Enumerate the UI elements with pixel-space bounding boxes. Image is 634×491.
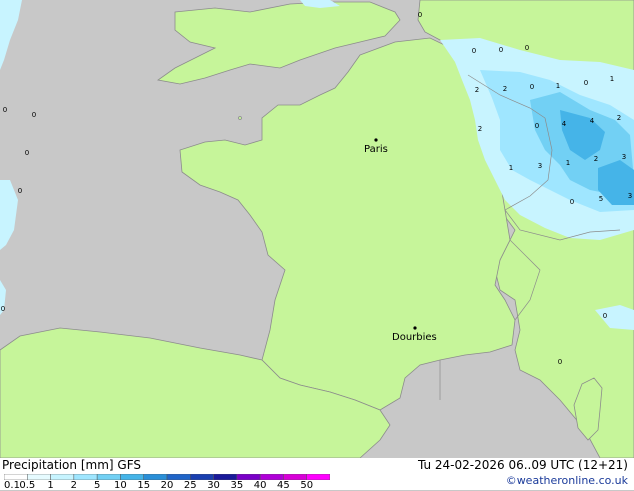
title-text: Precipitation [mm]: [2, 458, 114, 472]
value-label: 0: [530, 83, 534, 91]
legend-tick-label: 25: [183, 480, 197, 491]
value-label: 0: [18, 187, 22, 195]
value-label: 0: [535, 122, 539, 130]
value-label: 0: [418, 11, 422, 19]
value-label: 1: [556, 82, 560, 90]
value-label: 2: [594, 155, 598, 163]
map-view[interactable]: 0 0 0 0 0 0 0 0 2 0 1 0 1 0 4 4 2 0 1 3 …: [0, 0, 634, 491]
legend-tick-label: 0.1: [4, 480, 20, 491]
legend-tick-label: 10: [114, 480, 127, 491]
value-label: 0: [584, 79, 588, 87]
value-label: 3: [628, 192, 632, 200]
legend-tick-label: 1: [47, 480, 54, 491]
legend-tick-label: 30: [207, 480, 220, 491]
legend-tick-label: 45: [277, 480, 290, 491]
precipitation-map[interactable]: 0 0 0 0 0 0 0 0 2 0 1 0 1 0 4 4 2 0 1 3 …: [0, 0, 634, 458]
value-label: 1: [509, 164, 513, 172]
value-label: 0: [570, 198, 574, 206]
city-dot: [413, 326, 417, 330]
city-label: Dourbies: [392, 332, 437, 343]
value-label: 0: [1, 305, 5, 313]
value-label: 2: [617, 114, 621, 122]
value-label: 0: [3, 106, 7, 114]
value-label: 0: [472, 47, 476, 55]
value-label: 0: [603, 312, 607, 320]
value-label: 0: [25, 149, 29, 157]
value-label: 3: [538, 162, 542, 170]
legend-tick-label: 5: [93, 480, 101, 491]
value-label: 2: [478, 125, 482, 133]
value-label: 4: [590, 117, 595, 125]
value-label: 0: [32, 111, 36, 119]
city-dot: [374, 138, 378, 142]
value-label: 2: [503, 85, 507, 93]
legend-tick-label: 0.5: [19, 480, 36, 491]
map-title: Precipitation [mm] GFS: [2, 458, 141, 472]
value-label: 5: [599, 195, 603, 203]
value-label: 0: [558, 358, 562, 366]
footer-bar: Precipitation [mm] GFS Tu 24-02-2026 06.…: [0, 458, 634, 491]
value-label: 2: [475, 86, 479, 94]
model-name: GFS: [117, 458, 141, 472]
credit-link[interactable]: ©weatheronline.co.uk: [506, 474, 628, 487]
legend-tick-label: 15: [137, 480, 151, 491]
legend-tick-label: 50: [300, 480, 314, 491]
value-label: 0: [499, 46, 503, 54]
legend-tick-label: 2: [70, 480, 78, 491]
legend-tick-label: 20: [160, 480, 174, 491]
value-label: 3: [622, 153, 626, 161]
value-label: 0: [525, 44, 529, 52]
valid-time: Tu 24-02-2026 06..09 UTC (12+21): [417, 458, 628, 472]
legend-tick-label: 40: [253, 480, 267, 491]
value-label: 1: [566, 159, 570, 167]
legend-tick-label: 35: [230, 480, 244, 491]
city-label: Paris: [364, 144, 388, 155]
value-label: 4: [562, 120, 567, 128]
value-label: 1: [610, 75, 614, 83]
